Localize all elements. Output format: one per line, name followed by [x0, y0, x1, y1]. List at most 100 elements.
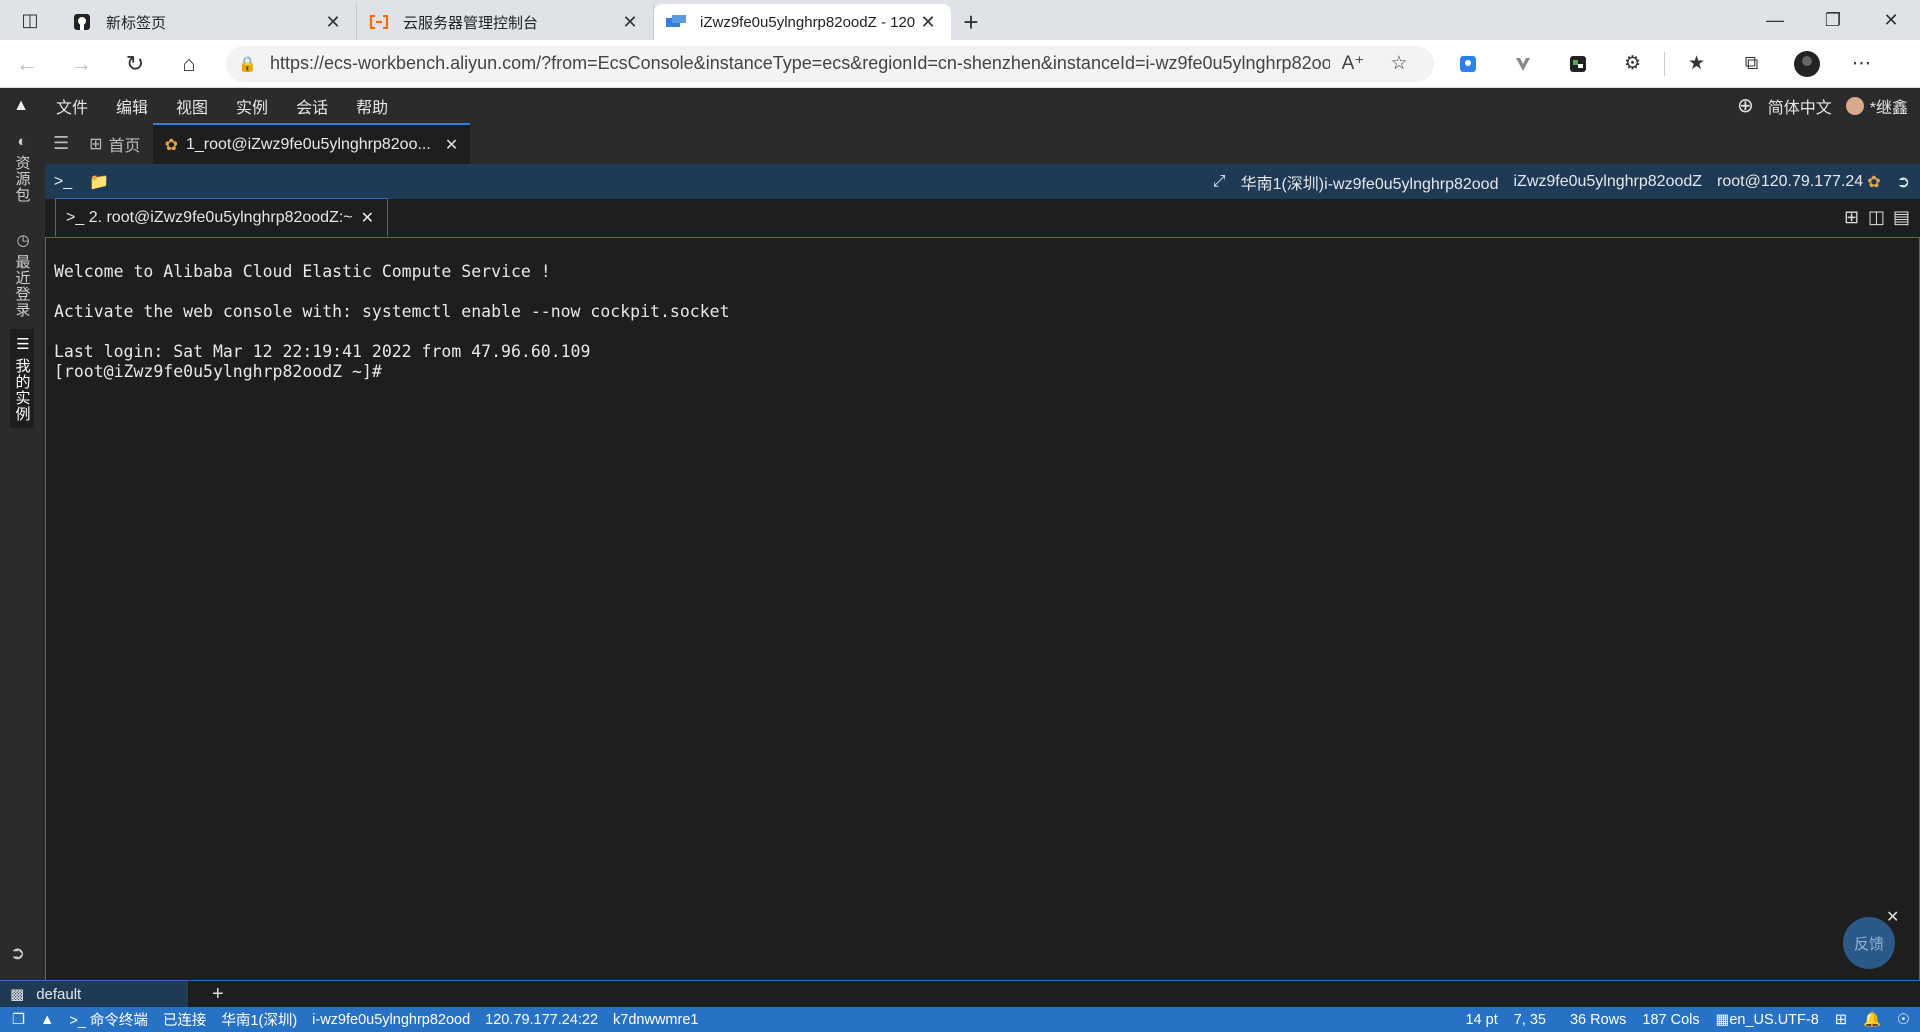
terminal-icon[interactable]: >_ [45, 173, 81, 191]
back-icon[interactable]: ← [0, 40, 54, 88]
sidebar-item-label: 资源包 [13, 155, 31, 203]
grid-icon: ⊞ [89, 135, 103, 153]
shirt-icon[interactable]: ☉ [1897, 1012, 1910, 1028]
bell-icon[interactable]: 🔔 [1863, 1011, 1881, 1028]
window-controls: — ❐ ✕ [1746, 0, 1920, 40]
refresh-icon[interactable]: ↻ [108, 40, 162, 88]
cols-count: 187 Cols [1642, 1011, 1700, 1028]
read-aloud-icon[interactable]: A⁺ [1330, 52, 1376, 75]
menu-edit[interactable]: 编辑 [102, 94, 162, 118]
home-icon[interactable]: ⌂ [162, 40, 216, 88]
terminal-tab[interactable]: >_ 2. root@iZwz9fe0u5ylnghrp82oodZ:~ ✕ [55, 198, 388, 237]
session-status-icon: ✿ [1867, 173, 1881, 191]
terminal-tab-label: >_ 2. root@iZwz9fe0u5ylnghrp82oodZ:~ [66, 208, 353, 226]
lock-icon[interactable]: 🔒 [238, 55, 264, 73]
add-circle-icon[interactable]: ⊕ [1737, 93, 1754, 118]
menu-help[interactable]: 帮助 [342, 94, 402, 118]
github-icon [72, 12, 92, 32]
address-bar[interactable]: 🔒 https://ecs-workbench.aliyun.com/?from… [226, 45, 1434, 82]
browser-tab-console[interactable]: 云服务器管理控制台 ✕ [357, 4, 654, 40]
layout-icon[interactable]: ⊞ [1835, 1012, 1847, 1028]
pin-icon[interactable]: ➲ [10, 943, 25, 964]
sidebar-item-resource-package[interactable]: ◐ 资源包 [10, 133, 34, 203]
rows-count: 36 Rows [1569, 1011, 1627, 1028]
login-info: root@120.79.177.24 [1717, 172, 1864, 190]
aliyun-icon [369, 12, 389, 32]
terminal-type[interactable]: >_ 命令终端 [69, 1009, 148, 1030]
tab-home-label: 首页 [108, 137, 141, 155]
divider [1664, 51, 1665, 76]
font-size[interactable]: 14 pt [1465, 1012, 1497, 1028]
new-tab-button[interactable]: + [951, 4, 991, 40]
add-pane-icon[interactable]: ⊞ [1839, 207, 1864, 228]
instance-info: 华南1(深圳)i-wz9fe0u5ylnghrp82ood [1240, 175, 1499, 193]
terminal-type-label: 命令终端 [89, 1013, 148, 1029]
close-tab-icon[interactable]: ✕ [322, 12, 344, 33]
collections-icon[interactable]: ⧉ [1724, 40, 1779, 88]
fullscreen-icon[interactable]: ⤢ [1213, 173, 1226, 191]
extension-blue-icon[interactable] [1440, 40, 1495, 88]
browser-tab-workbench[interactable]: iZwz9fe0u5ylnghrp82oodZ - 120 ✕ [654, 4, 951, 40]
close-tab-icon[interactable]: ✕ [917, 12, 939, 33]
tab-session[interactable]: ✿ 1_root@iZwz9fe0u5ylnghrp82oo... ✕ [152, 123, 471, 164]
add-session-button[interactable]: + [212, 983, 224, 1006]
split-vertical-icon[interactable]: ◫ [1864, 207, 1889, 228]
encoding-info[interactable]: ▦en_US.UTF-8 [1716, 1012, 1819, 1028]
language-selector[interactable]: 简体中文 [1768, 94, 1832, 118]
terminal-line: Welcome to Alibaba Cloud Elastic Compute… [54, 262, 551, 281]
terminal-prompt[interactable]: [root@iZwz9fe0u5ylnghrp82oodZ ~]# [54, 362, 1911, 382]
address-info: 120.79.177.24:22 [485, 1011, 599, 1028]
menu-instance[interactable]: 实例 [222, 94, 282, 118]
hostname-info: iZwz9fe0u5ylnghrp82oodZ [1513, 172, 1703, 190]
user-avatar [1845, 96, 1864, 115]
restore-icon[interactable]: ❐ [1804, 0, 1862, 40]
package-icon: ◐ [13, 133, 31, 151]
left-sidebar: ◐ 资源包 ◷ 最近登录 ☰ 我的实例 ➲ [0, 123, 45, 980]
extension-dark-icon[interactable] [1550, 40, 1605, 88]
close-tab-icon[interactable]: ✕ [445, 135, 458, 155]
menu-session[interactable]: 会话 [282, 94, 342, 118]
sidebar-item-my-instances[interactable]: ☰ 我的实例 [10, 329, 34, 428]
toggle-sidebar-icon[interactable]: ☰ [45, 123, 77, 164]
close-feedback-icon[interactable]: ✕ [1886, 907, 1899, 927]
profile-avatar[interactable] [1779, 40, 1834, 88]
forward-icon[interactable]: → [54, 40, 108, 88]
folder-icon[interactable]: 📁 [81, 172, 117, 192]
clock-icon: ◷ [14, 231, 31, 250]
session-toolbar: >_ 📁 ⤢ 华南1(深圳)i-wz9fe0u5ylnghrp82ood iZw… [45, 164, 1920, 199]
connection-status: 已连接 [162, 1013, 207, 1029]
encoding-label: en_US.UTF-8 [1729, 1011, 1819, 1028]
sidebar-item-recent-login[interactable]: ◷ 最近登录 [10, 231, 34, 318]
user-name: *继鑫 [1869, 99, 1908, 117]
terminal-output[interactable]: Welcome to Alibaba Cloud Elastic Compute… [45, 238, 1920, 980]
user-menu[interactable]: *继鑫 [1845, 94, 1908, 118]
close-window-icon[interactable]: ✕ [1862, 0, 1920, 40]
browser-tab-title: iZwz9fe0u5ylnghrp82oodZ - 120 [700, 13, 916, 31]
favorites-icon[interactable]: ★ [1669, 40, 1724, 88]
close-tab-icon[interactable]: ✕ [361, 208, 374, 228]
status-bar: ❐ ▲ >_ 命令终端 已连接 华南1(深圳) i-wz9fe0u5ylnghr… [0, 1007, 1920, 1032]
browser-tab-title: 云服务器管理控制台 [403, 14, 539, 32]
session-id: k7dnwwmre1 [613, 1011, 699, 1028]
menu-file[interactable]: 文件 [42, 94, 102, 118]
copy-icon[interactable]: ❐ [12, 1012, 25, 1028]
extension-v-icon[interactable] [1495, 40, 1550, 88]
tab-actions-icon[interactable]: ◫ [0, 0, 60, 40]
region-info: 华南1(深圳) [221, 1013, 298, 1029]
instance-id: i-wz9fe0u5ylnghrp82ood [312, 1011, 471, 1028]
more-menu-icon[interactable]: ⋯ [1834, 40, 1889, 88]
session-item-default[interactable]: ▩ default [0, 981, 188, 1007]
encoding-icon: ▦ [1715, 1011, 1730, 1028]
close-tab-icon[interactable]: ✕ [619, 12, 641, 33]
split-horizontal-icon[interactable]: ▤ [1889, 207, 1914, 228]
url-text[interactable]: https://ecs-workbench.aliyun.com/?from=E… [270, 53, 1330, 74]
disconnect-icon[interactable]: ➲ [1897, 172, 1910, 192]
favorite-star-icon[interactable]: ☆ [1376, 52, 1422, 75]
tab-home[interactable]: ⊞ 首页 [77, 123, 152, 164]
extensions-puzzle-icon[interactable]: ⚙ [1605, 40, 1660, 88]
menu-view[interactable]: 视图 [162, 94, 222, 118]
browser-tab-newtab[interactable]: 新标签页 ✕ [60, 4, 357, 40]
minimize-icon[interactable]: — [1746, 0, 1804, 40]
tab-session-label: 1_root@iZwz9fe0u5ylnghrp82oo... [185, 135, 431, 153]
address-bar-row: ← → ↻ ⌂ 🔒 https://ecs-workbench.aliyun.c… [0, 40, 1920, 88]
